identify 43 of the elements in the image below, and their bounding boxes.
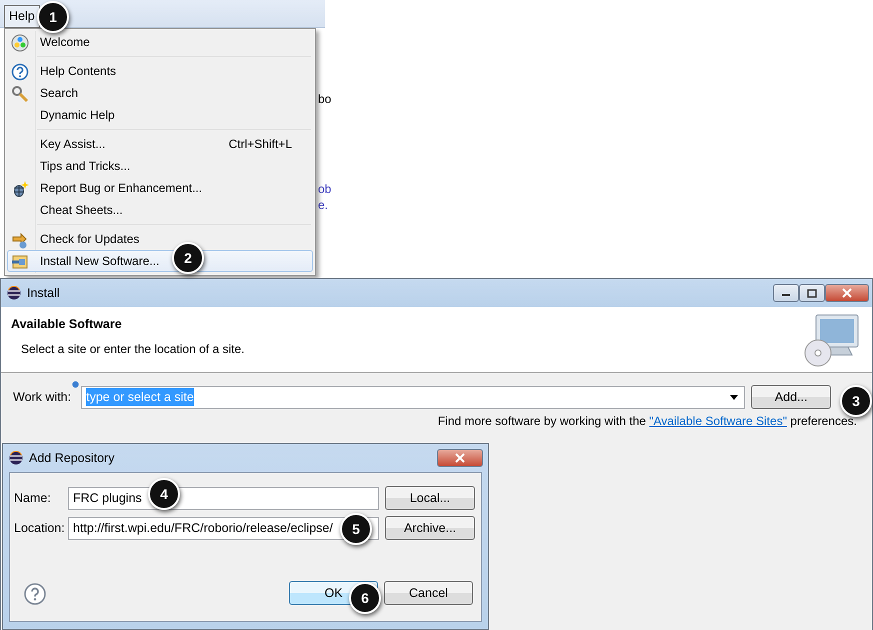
available-sites-link[interactable]: "Available Software Sites"	[649, 414, 787, 428]
install-icon	[11, 252, 29, 271]
bug-icon	[11, 180, 29, 198]
app-icon	[9, 451, 23, 465]
search-icon	[11, 84, 29, 103]
field-label: Location:	[14, 520, 66, 537]
menu-item[interactable]: Key Assist... Ctrl+Shift+L	[7, 133, 313, 155]
archive-button[interactable]: Archive...	[385, 516, 475, 540]
close-button[interactable]	[437, 449, 483, 467]
code-text: e.	[318, 197, 328, 214]
menu-item[interactable]: Tips and Tricks...	[7, 155, 313, 177]
close-icon	[455, 453, 465, 463]
menu-item[interactable]: Welcome	[7, 31, 313, 53]
menu-item[interactable]: Cheat Sheets...	[7, 199, 313, 221]
field-label: Name:	[14, 490, 52, 507]
menu-item[interactable]: Dynamic Help	[7, 104, 313, 126]
info-icon	[72, 381, 80, 388]
welcome-icon	[11, 34, 29, 52]
menu-item[interactable]: Report Bug or Enhancement...	[7, 177, 313, 199]
dropdown-caret-icon	[730, 394, 738, 400]
window-title: Install	[27, 284, 60, 302]
maximize-icon	[807, 288, 817, 298]
minimize-button[interactable]	[773, 284, 799, 302]
menu-item[interactable]: Help Contents	[7, 60, 313, 82]
menu-item[interactable]: Search	[7, 82, 313, 104]
close-icon	[842, 288, 852, 298]
update-arrow-icon	[11, 230, 29, 249]
close-button[interactable]	[825, 284, 869, 302]
header-subtitle: Select a site or enter the location of a site.	[20, 341, 246, 358]
app-icon	[7, 286, 21, 300]
code-text: ob	[318, 181, 332, 198]
code-text: bo	[318, 91, 332, 108]
help-menu-title[interactable]: Help	[4, 5, 40, 28]
cancel-button[interactable]: Cancel	[384, 581, 473, 605]
shortcut-text: Ctrl+Shift+L	[228, 136, 292, 153]
local-button[interactable]: Local...	[385, 486, 475, 510]
help-icon[interactable]	[24, 583, 46, 605]
window-title: Add Repository	[29, 450, 114, 467]
help-icon	[11, 62, 29, 81]
header-title: Available Software	[11, 317, 123, 332]
maximize-button[interactable]	[799, 284, 825, 302]
field-label: Work with:	[13, 388, 72, 406]
add-button[interactable]: Add...	[751, 385, 832, 409]
